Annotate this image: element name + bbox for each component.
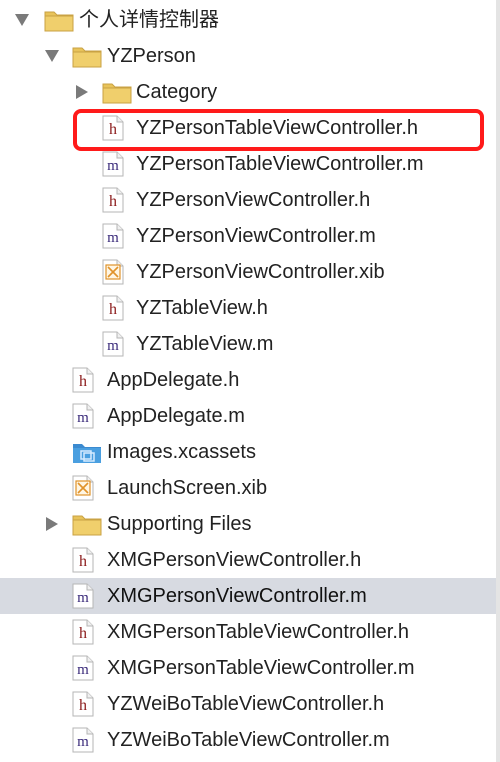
file-label: XMGPersonViewController.h: [107, 549, 362, 571]
navigator-file-row[interactable]: h XMGPersonViewController.h: [0, 542, 496, 578]
header-file-icon: h: [72, 691, 98, 717]
navigator-file-row[interactable]: m YZWeiBoTableViewController.m: [0, 722, 496, 758]
asset-catalog-icon: [72, 440, 101, 464]
implementation-file-icon: m: [102, 331, 128, 357]
svg-text:h: h: [79, 625, 87, 642]
interface-builder-file-icon: [102, 259, 128, 285]
navigator-file-row[interactable]: h XMGPersonTableViewController.h: [0, 614, 496, 650]
svg-text:m: m: [77, 662, 89, 678]
svg-text:m: m: [77, 590, 89, 606]
file-label: YZPersonViewController.h: [136, 189, 371, 211]
disclosure-expanded-icon[interactable]: [44, 38, 60, 74]
navigator-file-row[interactable]: h YZPersonTableViewController.h: [0, 110, 496, 146]
header-file-icon: h: [102, 187, 128, 213]
disclosure-collapsed-icon[interactable]: [74, 74, 90, 110]
svg-text:m: m: [77, 734, 89, 750]
header-file-icon: h: [102, 295, 128, 321]
navigator-file-row[interactable]: Images.xcassets: [0, 434, 496, 470]
implementation-file-icon: m: [102, 223, 128, 249]
header-file-icon: h: [72, 547, 98, 573]
svg-text:m: m: [107, 338, 119, 354]
svg-text:h: h: [79, 553, 87, 570]
navigator-divider: [496, 0, 500, 762]
file-label: YZPersonViewController.m: [136, 225, 376, 247]
svg-text:h: h: [79, 697, 87, 714]
header-file-icon: h: [102, 115, 128, 141]
svg-text:m: m: [107, 230, 119, 246]
file-label: AppDelegate.m: [107, 405, 245, 427]
file-label: XMGPersonTableViewController.m: [107, 657, 415, 679]
svg-text:h: h: [79, 373, 87, 390]
file-label: LaunchScreen.xib: [107, 477, 268, 499]
navigator-file-row[interactable]: m YZPersonTableViewController.m: [0, 146, 496, 182]
svg-text:m: m: [107, 158, 119, 174]
implementation-file-icon: m: [72, 655, 98, 681]
navigator-file-row[interactable]: h AppDelegate.h: [0, 362, 496, 398]
implementation-file-icon: m: [72, 583, 98, 609]
implementation-file-icon: m: [102, 151, 128, 177]
file-label: Images.xcassets: [107, 441, 256, 463]
navigator-file-row[interactable]: m YZPersonViewController.m: [0, 218, 496, 254]
navigator-file-row[interactable]: h YZPersonViewController.h: [0, 182, 496, 218]
svg-text:h: h: [109, 193, 117, 210]
disclosure-expanded-icon[interactable]: [14, 2, 30, 38]
header-file-icon: h: [72, 619, 98, 645]
implementation-file-icon: m: [72, 403, 98, 429]
group-label: Supporting Files: [107, 513, 252, 535]
triangle-right-icon: [76, 85, 88, 99]
navigator-group-row[interactable]: 个人详情控制器: [0, 2, 496, 38]
folder-icon: [72, 512, 102, 536]
navigator-file-row[interactable]: m XMGPersonTableViewController.m: [0, 650, 496, 686]
triangle-right-icon: [46, 517, 58, 531]
navigator-group-row[interactable]: Category: [0, 74, 496, 110]
group-label: YZPerson: [107, 45, 196, 67]
disclosure-collapsed-icon[interactable]: [44, 506, 60, 542]
file-label: AppDelegate.h: [107, 369, 240, 391]
folder-icon: [102, 80, 132, 104]
triangle-down-icon: [45, 50, 59, 62]
interface-builder-file-icon: [72, 475, 98, 501]
svg-text:h: h: [109, 301, 117, 318]
navigator-file-row[interactable]: m AppDelegate.m: [0, 398, 496, 434]
file-label: YZTableView.h: [136, 297, 268, 319]
project-navigator: 个人详情控制器 YZPerson Category h YZPersonTableVie…: [0, 0, 496, 762]
file-label: YZTableView.m: [136, 333, 274, 355]
folder-icon: [44, 8, 74, 32]
svg-text:h: h: [109, 121, 117, 138]
group-label: Category: [136, 81, 218, 103]
header-file-icon: h: [72, 367, 98, 393]
file-label: YZPersonTableViewController.m: [136, 153, 424, 175]
implementation-file-icon: m: [72, 727, 98, 753]
svg-text:m: m: [77, 410, 89, 426]
file-label: YZWeiBoTableViewController.h: [107, 693, 385, 715]
navigator-file-row[interactable]: m XMGPersonViewController.m: [0, 578, 496, 614]
navigator-group-row[interactable]: Supporting Files: [0, 506, 496, 542]
navigator-file-row[interactable]: h YZWeiBoTableViewController.h: [0, 686, 496, 722]
triangle-down-icon: [15, 14, 29, 26]
file-label: XMGPersonTableViewController.h: [107, 621, 410, 643]
group-label: 个人详情控制器: [79, 9, 219, 31]
navigator-file-row[interactable]: LaunchScreen.xib: [0, 470, 496, 506]
navigator-file-row[interactable]: h YZTableView.h: [0, 290, 496, 326]
file-label: YZPersonTableViewController.h: [136, 117, 419, 139]
file-label: YZPersonViewController.xib: [136, 261, 385, 283]
navigator-group-row[interactable]: YZPerson: [0, 38, 496, 74]
navigator-file-row[interactable]: YZPersonViewController.xib: [0, 254, 496, 290]
folder-icon: [72, 44, 102, 68]
file-label: YZWeiBoTableViewController.m: [107, 729, 390, 751]
navigator-file-row[interactable]: m YZTableView.m: [0, 326, 496, 362]
file-label: XMGPersonViewController.m: [107, 585, 367, 607]
